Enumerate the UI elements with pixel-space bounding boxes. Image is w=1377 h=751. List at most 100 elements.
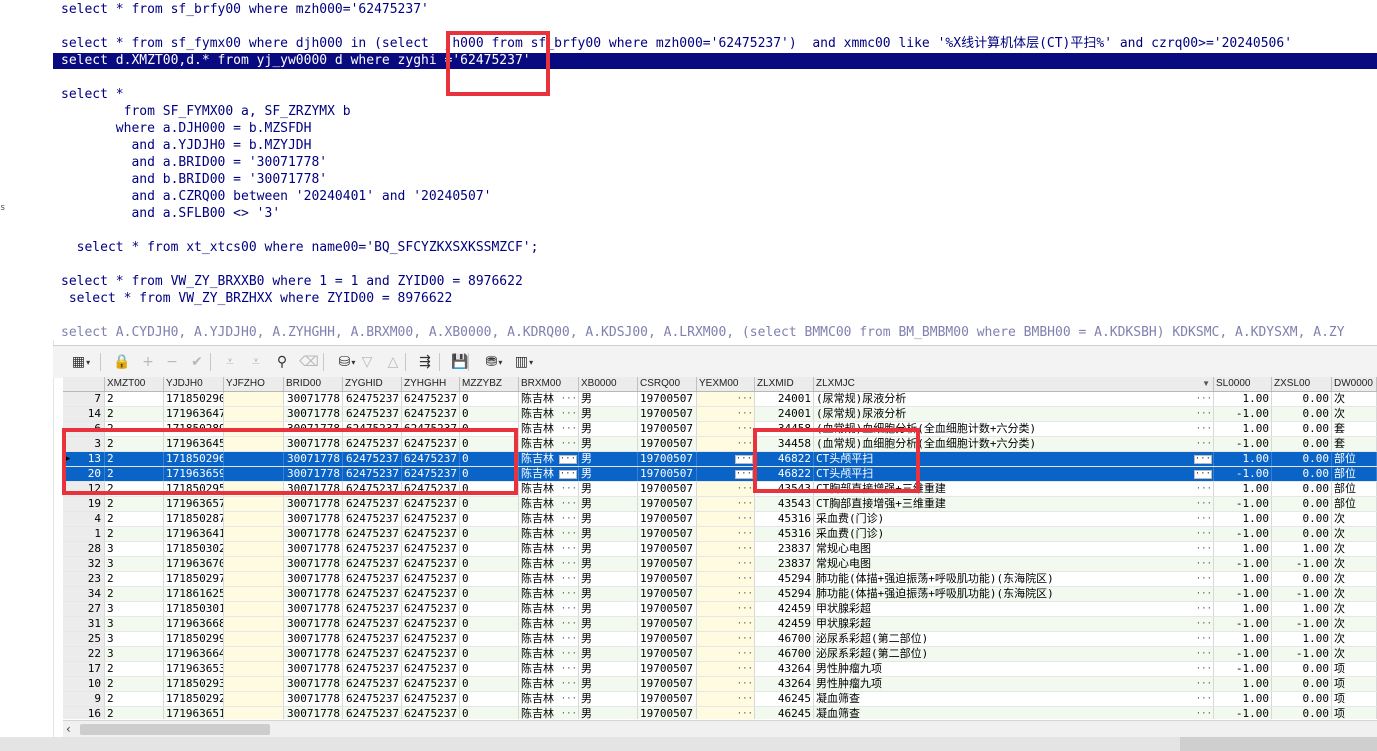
cell-xmzt00[interactable]: 3 (105, 557, 164, 571)
cell-csrq00[interactable]: 19700507 (638, 602, 697, 616)
cell-zyghid[interactable]: 62475237 (343, 557, 402, 571)
cell-ellipsis-button[interactable]: ··· (561, 695, 577, 704)
cell-yjfzho[interactable] (224, 512, 284, 526)
clear-eraser-icon[interactable]: ⌫ (298, 351, 320, 373)
cell-brxm00[interactable]: 陈吉林 ··· (519, 452, 579, 466)
cell-brid00[interactable]: 30071778 (284, 497, 343, 511)
cell-brid00[interactable]: 30071778 (284, 407, 343, 421)
cell-ellipsis-button[interactable]: ··· (558, 455, 577, 464)
cell-yexm00[interactable]: ··· (697, 632, 755, 646)
cell-sl0000[interactable]: 1.00 (1214, 542, 1272, 556)
cell-dw0000[interactable]: 次 (1332, 587, 1377, 601)
cell-yjdjh0[interactable]: 171850293 (164, 677, 224, 691)
cell-dw0000[interactable]: 次 (1332, 647, 1377, 661)
table-row[interactable]: 14 2 171963647 30071778 62475237 62475237 0 陈吉林… (63, 407, 1377, 422)
cell-csrq00[interactable]: 19700507 (638, 647, 697, 661)
cell-xb0000[interactable]: 男 (579, 512, 638, 526)
cell-xmzt00[interactable]: 2 (105, 662, 164, 676)
cell-zyhghh[interactable]: 62475237 (402, 527, 460, 541)
cell-brid00[interactable]: 30071778 (284, 572, 343, 586)
row-indicator[interactable]: 14 (63, 407, 105, 421)
cell-ellipsis-button[interactable]: ··· (561, 440, 577, 449)
cell-yjfzho[interactable] (224, 677, 284, 691)
cell-zyhghh[interactable]: 62475237 (402, 707, 460, 719)
row-indicator[interactable]: 25 (63, 632, 105, 646)
cell-zlxmid[interactable]: 23837 (755, 557, 814, 571)
cell-zyghid[interactable]: 62475237 (343, 542, 402, 556)
cell-zyhghh[interactable]: 62475237 (402, 662, 460, 676)
cell-zyhghh[interactable]: 62475237 (402, 467, 460, 481)
cell-dw0000[interactable]: 次 (1332, 407, 1377, 421)
table-row[interactable]: 1 2 171963641 30071778 62475237 62475237 0 陈吉林 ·… (63, 527, 1377, 542)
cell-xb0000[interactable]: 男 (579, 587, 638, 601)
cell-brid00[interactable]: 30071778 (284, 647, 343, 661)
cell-xmzt00[interactable]: 2 (105, 392, 164, 406)
cell-xmzt00[interactable]: 2 (105, 437, 164, 451)
cell-zlxmid[interactable]: 45294 (755, 572, 814, 586)
cell-yjdjh0[interactable]: 171850301 (164, 602, 224, 616)
cell-ellipsis-button[interactable]: ··· (1196, 395, 1212, 404)
cell-mzzybz[interactable]: 0 (460, 617, 519, 631)
cell-xb0000[interactable]: 男 (579, 422, 638, 436)
cell-zxsl00[interactable]: -1.00 (1272, 617, 1332, 631)
cell-ellipsis-button[interactable]: ··· (561, 620, 577, 629)
cell-yjfzho[interactable] (224, 692, 284, 706)
cell-mzzybz[interactable]: 0 (460, 407, 519, 421)
cell-zyhghh[interactable]: 62475237 (402, 557, 460, 571)
lock-icon[interactable]: 🔒 (111, 351, 133, 373)
cell-zlxmjc[interactable]: CT头颅平扫 ··· (814, 452, 1214, 466)
cell-brxm00[interactable]: 陈吉林 ··· (519, 632, 579, 646)
cell-yjdjh0[interactable]: 171850292 (164, 692, 224, 706)
table-row[interactable]: 27 3 171850301 30071778 62475237 62475237 0 陈吉林… (63, 602, 1377, 617)
cell-yexm00[interactable]: ··· (697, 617, 755, 631)
cell-sl0000[interactable]: -1.00 (1214, 647, 1272, 661)
cell-brxm00[interactable]: 陈吉林 ··· (519, 407, 579, 421)
row-indicator[interactable]: 1 (63, 527, 105, 541)
cell-sl0000[interactable]: -1.00 (1214, 497, 1272, 511)
cell-xb0000[interactable]: 男 (579, 452, 638, 466)
cell-mzzybz[interactable]: 0 (460, 452, 519, 466)
cell-zxsl00[interactable]: 0.00 (1272, 497, 1332, 511)
cell-brxm00[interactable]: 陈吉林 ··· (519, 542, 579, 556)
cell-ellipsis-button[interactable]: ··· (734, 455, 753, 464)
row-indicator[interactable]: 17 (63, 662, 105, 676)
sql-line[interactable]: from SF_FYMX00 a, SF_ZRZYMX b (61, 104, 351, 120)
cell-csrq00[interactable]: 19700507 (638, 407, 697, 421)
column-header-yjfzho[interactable]: YJFZHO (224, 377, 284, 391)
cell-ellipsis-button[interactable]: ··· (1196, 605, 1212, 614)
cell-ellipsis-button[interactable]: ··· (561, 605, 577, 614)
cell-yjdjh0[interactable]: 171963664 (164, 647, 224, 661)
cell-brxm00[interactable]: 陈吉林 ··· (519, 482, 579, 496)
cell-yjfzho[interactable] (224, 647, 284, 661)
cell-mzzybz[interactable]: 0 (460, 692, 519, 706)
cell-xb0000[interactable]: 男 (579, 617, 638, 631)
sql-line[interactable]: and b.BRID00 = '30071778' (61, 172, 327, 188)
cell-yjfzho[interactable] (224, 662, 284, 676)
cell-zyhghh[interactable]: 62475237 (402, 437, 460, 451)
cell-sl0000[interactable]: 1.00 (1214, 677, 1272, 691)
cell-yexm00[interactable]: ··· (697, 392, 755, 406)
cell-zxsl00[interactable]: 0.00 (1272, 422, 1332, 436)
cell-xb0000[interactable]: 男 (579, 557, 638, 571)
cell-zlxmid[interactable]: 24001 (755, 392, 814, 406)
cell-zlxmjc[interactable]: (尿常规)尿液分析 ··· (814, 392, 1214, 406)
cell-brxm00[interactable]: 陈吉林 ··· (519, 647, 579, 661)
row-indicator[interactable]: 27 (63, 602, 105, 616)
cell-yexm00[interactable]: ··· (697, 497, 755, 511)
cell-zyhghh[interactable]: 62475237 (402, 482, 460, 496)
cell-zyhghh[interactable]: 62475237 (402, 452, 460, 466)
cell-csrq00[interactable]: 19700507 (638, 497, 697, 511)
cell-zyhghh[interactable]: 62475237 (402, 647, 460, 661)
cell-zlxmjc[interactable]: (尿常规)尿液分析 ··· (814, 407, 1214, 421)
dropdown-caret-icon[interactable]: ▾ (351, 358, 355, 367)
sql-line[interactable]: select A.CYDJH0, A.YJDJH0, A.ZYHGHH, A.B… (61, 325, 1345, 340)
cell-xb0000[interactable]: 男 (579, 542, 638, 556)
cell-yexm00[interactable]: ··· (697, 527, 755, 541)
cell-xmzt00[interactable]: 3 (105, 602, 164, 616)
row-indicator[interactable]: 19 (63, 497, 105, 511)
cell-mzzybz[interactable]: 0 (460, 557, 519, 571)
cell-csrq00[interactable]: 19700507 (638, 557, 697, 571)
cell-xmzt00[interactable]: 2 (105, 572, 164, 586)
cell-csrq00[interactable]: 19700507 (638, 467, 697, 481)
table-row[interactable]: 28 3 171850302 30071778 62475237 62475237 0 陈吉林… (63, 542, 1377, 557)
